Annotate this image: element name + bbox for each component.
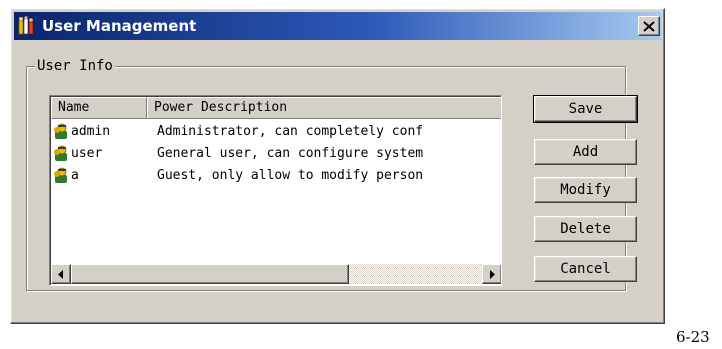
user-icon: [54, 145, 67, 161]
close-button[interactable]: [638, 16, 660, 36]
add-button[interactable]: Add: [534, 139, 637, 165]
user-icon: [54, 167, 67, 183]
scroll-thumb[interactable]: [71, 264, 349, 284]
user-name: admin: [71, 123, 111, 139]
close-icon: [643, 20, 655, 32]
horizontal-scrollbar[interactable]: [51, 264, 501, 284]
save-button[interactable]: Save: [533, 95, 638, 123]
user-name: a: [71, 167, 79, 183]
column-header-name[interactable]: Name: [51, 97, 147, 119]
power-description: Guest, only allow to modify person: [157, 167, 424, 183]
figure-caption: 6-23: [676, 328, 710, 346]
app-icon: [18, 16, 34, 35]
list-item[interactable]: user General user, can configure system: [51, 142, 501, 164]
left-arrow-icon: [58, 269, 63, 279]
list-header: Name Power Description: [51, 97, 501, 119]
delete-button[interactable]: Delete: [534, 216, 637, 242]
list-rows: admin Administrator, can completely conf…: [51, 120, 501, 186]
right-arrow-icon: [490, 269, 495, 279]
user-list[interactable]: Name Power Description admin Administrat…: [49, 95, 502, 286]
list-item[interactable]: admin Administrator, can completely conf: [51, 120, 501, 142]
scroll-right-button[interactable]: [482, 264, 501, 284]
modify-button[interactable]: Modify: [534, 177, 637, 203]
user-icon: [54, 123, 67, 139]
column-header-power-description[interactable]: Power Description: [147, 97, 501, 119]
power-description: General user, can configure system: [157, 145, 424, 161]
cancel-button[interactable]: Cancel: [534, 256, 637, 282]
scroll-left-button[interactable]: [51, 264, 71, 284]
power-description: Administrator, can completely conf: [157, 123, 424, 139]
title-bar[interactable]: User Management: [14, 12, 661, 40]
group-label: User Info: [35, 57, 115, 75]
window-title: User Management: [42, 17, 197, 35]
user-name: user: [71, 145, 103, 161]
list-item[interactable]: a Guest, only allow to modify person: [51, 164, 501, 186]
